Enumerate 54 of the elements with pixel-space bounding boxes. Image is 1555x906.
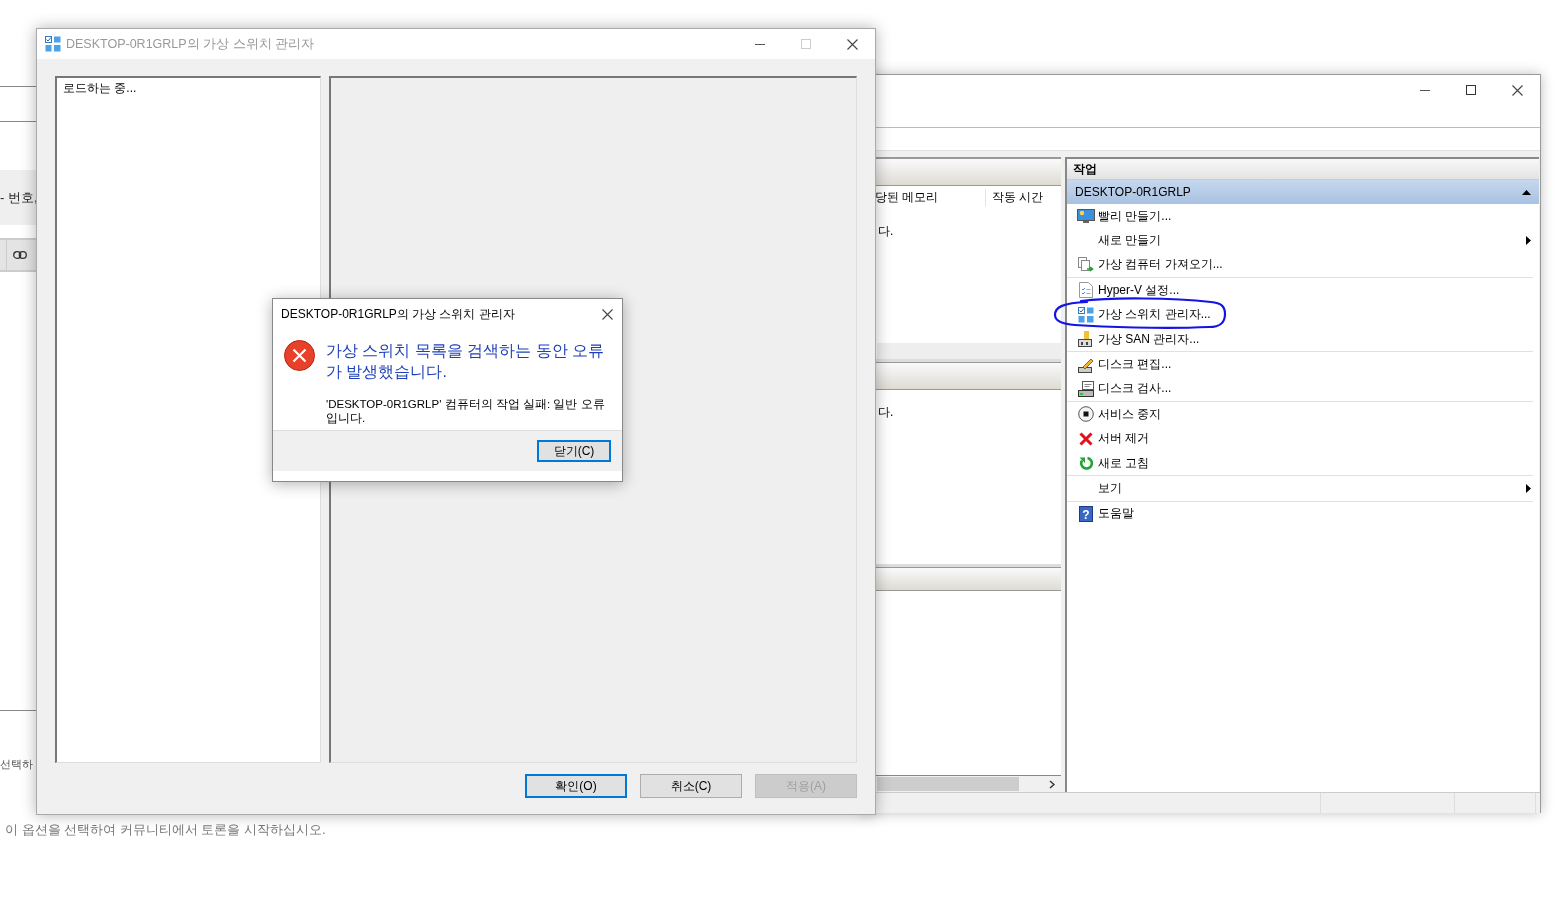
action-item[interactable]: Hyper-V 설정... <box>1067 277 1533 303</box>
error-heading: 가상 스위치 목록을 검색하는 동안 오류가 발생했습니다. <box>326 341 606 382</box>
close-icon <box>1511 84 1523 96</box>
close-icon <box>601 308 613 320</box>
network-switch-icon <box>1077 306 1094 323</box>
cross-icon <box>1078 431 1093 446</box>
action-item[interactable]: 빨리 만들기... <box>1067 204 1533 229</box>
storage-icon <box>1077 331 1094 348</box>
action-item[interactable]: ? 도움말 <box>1067 500 1533 527</box>
action-item[interactable]: 새로 고침 <box>1067 450 1533 476</box>
dialog-title: DESKTOP-0R1GRLP의 가상 스위치 관리자 <box>281 305 516 323</box>
hint-text: 이 옵션을 선택하여 커뮤니티에서 토론을 시작하십시오. <box>5 821 327 839</box>
action-item[interactable]: 가상 스위치 관리자... <box>1067 302 1533 327</box>
maximize-icon <box>801 39 811 49</box>
stop-icon <box>1077 406 1094 423</box>
collapse-icon <box>1522 189 1531 195</box>
window-title: DESKTOP-0R1GRLP의 가상 스위치 관리자 <box>66 35 315 53</box>
error-icon <box>284 340 315 371</box>
link-icon[interactable] <box>13 251 27 259</box>
error-message: 'DESKTOP-0R1GRLP' 컴퓨터의 작업 실패: 일반 오류입니다. <box>326 397 606 425</box>
disk-drive-icon <box>1077 380 1094 397</box>
refresh-icon <box>1078 456 1093 471</box>
close-dialog-button[interactable]: 닫기(C) <box>537 440 611 462</box>
close-icon <box>846 38 858 50</box>
action-item[interactable]: 가상 컴퓨터 가져오기... <box>1067 252 1533 278</box>
disk-pencil-icon <box>1077 356 1094 373</box>
document-checklist-icon <box>1078 282 1093 299</box>
network-switch-icon <box>45 36 61 52</box>
help-icon: ? <box>1078 505 1093 522</box>
dialog-button[interactable]: 확인(O) <box>525 774 627 798</box>
pane-message: 다. <box>878 224 894 238</box>
action-item[interactable]: 새로 만들기 <box>1067 228 1533 253</box>
scrollbar-thumb[interactable] <box>877 777 1019 791</box>
scroll-right-icon[interactable] <box>1049 779 1055 789</box>
body-text: 선택하 <box>0 757 33 772</box>
action-item[interactable]: 서버 제거 <box>1067 426 1533 451</box>
action-item[interactable]: 디스크 편집... <box>1067 351 1533 377</box>
document-arrow-icon <box>1077 256 1094 273</box>
minimize-icon <box>1420 89 1430 91</box>
column-header[interactable]: 작동 시간 <box>986 188 1050 206</box>
group-header[interactable]: DESKTOP-0R1GRLP <box>1067 180 1539 204</box>
action-item[interactable]: 가상 SAN 관리자... <box>1067 326 1533 352</box>
pane-title: 작업 <box>1073 160 1097 178</box>
dialog-button[interactable]: 취소(C) <box>640 774 742 798</box>
loading-text: 로드하는 중... <box>63 81 137 95</box>
pane-message: 다. <box>878 405 894 419</box>
action-item[interactable]: 서비스 중지 <box>1067 401 1533 427</box>
action-item[interactable]: 디스크 검사... <box>1067 376 1533 402</box>
maximize-icon <box>1466 85 1476 95</box>
monitor-icon <box>1076 208 1095 225</box>
form-label: - 번호, <box>0 188 38 207</box>
scrollbar[interactable] <box>877 343 1061 359</box>
minimize-icon <box>755 43 765 45</box>
action-item[interactable]: 보기 <box>1067 475 1533 501</box>
